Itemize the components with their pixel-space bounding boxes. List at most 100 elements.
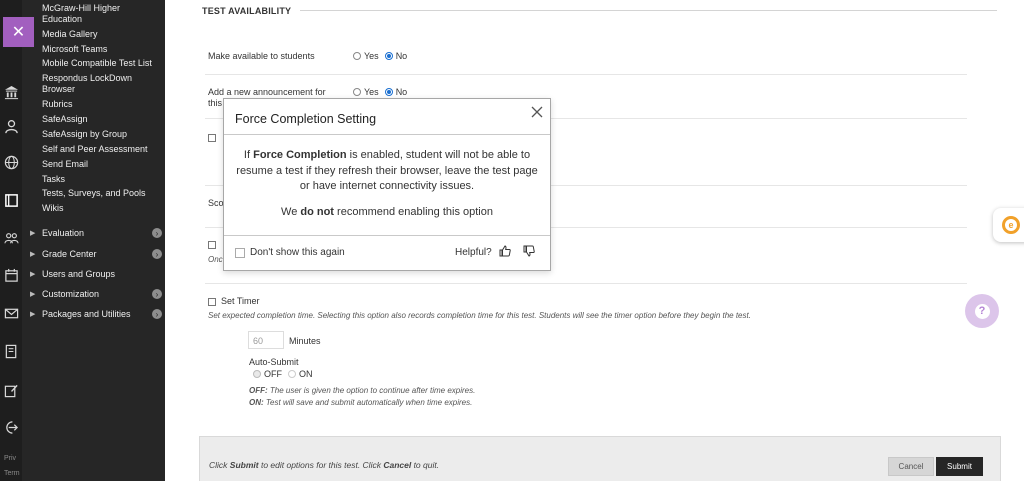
rec-part: We (281, 206, 301, 218)
privacy-link[interactable]: Priv (4, 455, 16, 462)
dont-show-again-label: Don't show this again (250, 247, 345, 258)
calendar-icon[interactable] (3, 267, 20, 284)
menu-group-label: Evaluation (42, 228, 85, 238)
announcement-label-cont: this (208, 98, 223, 108)
auto-submit-on-radio[interactable] (288, 370, 296, 378)
side-widget-button[interactable]: e (993, 208, 1024, 242)
grades-icon[interactable] (3, 343, 20, 360)
set-timer-label: Set Timer (221, 296, 260, 306)
caret-right-icon: ▶ (30, 251, 36, 258)
icon-rail: Priv Term (0, 0, 22, 481)
timer-minutes-input[interactable]: 60 (248, 331, 284, 349)
auto-submit-radio-group: OFF ON (253, 369, 319, 379)
menu-item-mcgraw-hill[interactable]: McGraw-Hill Higher Education (42, 3, 160, 25)
profile-icon[interactable] (3, 118, 20, 135)
announcement-label: Add a new announcement for (208, 87, 326, 97)
section-title: TEST AVAILABILITY (202, 6, 292, 16)
course-tools-menu: McGraw-Hill Higher Education Media Galle… (22, 0, 165, 481)
announcement-no-radio[interactable] (384, 88, 393, 96)
on-help-desc: Test will save and submit automatically … (263, 398, 473, 407)
set-timer-checkbox[interactable] (208, 298, 216, 306)
edit-icon[interactable] (3, 382, 20, 399)
sign-out-icon[interactable] (3, 419, 20, 436)
menu-group-users-groups[interactable]: ▶ Users and Groups (30, 269, 162, 279)
arrow-right-icon[interactable]: › (152, 309, 162, 319)
arrow-right-icon[interactable]: › (152, 249, 162, 259)
off-help-text: OFF: The user is given the option to con… (249, 386, 475, 395)
dialog-message: If Force Completion is enabled, student … (232, 148, 542, 195)
question-icon: ? (974, 303, 990, 319)
menu-item-mobile-test-list[interactable]: Mobile Compatible Test List (42, 58, 160, 69)
dialog-title: Force Completion Setting (235, 112, 377, 126)
menu-item-tasks[interactable]: Tasks (42, 174, 160, 185)
dialog-recommendation: We do not recommend enabling this option (232, 206, 542, 218)
menu-item-rubrics[interactable]: Rubrics (42, 99, 160, 110)
force-completion-help-partial: Onc (208, 255, 223, 264)
institution-icon[interactable] (3, 84, 20, 101)
menu-item-safeassign-group[interactable]: SafeAssign by Group (42, 129, 160, 140)
off-help-desc: The user is given the option to continue… (267, 386, 476, 395)
menu-item-lockdown-browser[interactable]: Respondus LockDown Browser (42, 73, 160, 95)
caret-right-icon: ▶ (30, 271, 36, 278)
multiple-attempts-checkbox[interactable] (208, 134, 216, 142)
make-available-no-radio[interactable] (384, 52, 393, 60)
menu-group-label: Users and Groups (42, 269, 116, 279)
instr-part: to edit options for this test. Click (258, 460, 384, 470)
helpful-label: Helpful? (455, 247, 492, 258)
thumbs-up-icon[interactable] (498, 245, 511, 258)
menu-item-microsoft-teams[interactable]: Microsoft Teams (42, 44, 160, 55)
minutes-label: Minutes (289, 336, 321, 346)
courses-icon[interactable] (3, 192, 20, 209)
help-button[interactable]: ? (965, 294, 999, 328)
dont-show-again-checkbox[interactable] (235, 248, 245, 258)
menu-group-evaluation[interactable]: ▶ Evaluation › (30, 228, 162, 238)
arrow-right-icon[interactable]: › (152, 289, 162, 299)
auto-submit-label: Auto-Submit (249, 357, 299, 367)
no-label: No (395, 51, 408, 61)
submit-button[interactable]: Submit (936, 457, 983, 476)
dialog-divider (224, 235, 550, 236)
arrow-right-icon[interactable]: › (152, 228, 162, 238)
divider (205, 74, 967, 75)
close-menu-button[interactable]: ✕ (3, 17, 34, 47)
messages-icon[interactable] (3, 305, 20, 322)
terms-link[interactable]: Term (4, 470, 20, 477)
make-available-yes-radio[interactable] (353, 52, 361, 60)
divider (205, 283, 967, 284)
menu-item-peer-assessment[interactable]: Self and Peer Assessment (42, 144, 160, 155)
menu-item-tests-surveys-pools[interactable]: Tests, Surveys, and Pools (42, 188, 160, 199)
menu-group-grade-center[interactable]: ▶ Grade Center › (30, 249, 162, 259)
instr-cancel-word: Cancel (383, 460, 412, 470)
set-timer-help: Set expected completion time. Selecting … (208, 311, 751, 320)
force-completion-dialog: Force Completion Setting If Force Comple… (223, 98, 551, 271)
menu-item-wikis[interactable]: Wikis (42, 203, 160, 214)
yes-label: Yes (364, 87, 379, 97)
instr-part: Click (209, 460, 230, 470)
thumbs-down-icon[interactable] (522, 245, 535, 258)
menu-item-safeassign[interactable]: SafeAssign (42, 114, 160, 125)
off-help-key: OFF: (249, 386, 268, 395)
submit-bar: Click Submit to edit options for this te… (199, 436, 1001, 481)
menu-item-media-gallery[interactable]: Media Gallery (42, 29, 160, 40)
make-available-label: Make available to students (208, 51, 315, 61)
cancel-button[interactable]: Cancel (888, 457, 934, 476)
globe-icon[interactable] (3, 154, 20, 171)
close-dialog-button[interactable] (530, 106, 544, 120)
instr-part: to quit. (411, 460, 440, 470)
organizations-icon[interactable] (3, 230, 20, 247)
on-label: ON (299, 369, 313, 379)
close-icon: ✕ (11, 24, 26, 41)
auto-submit-off-radio[interactable] (253, 370, 261, 378)
no-label: No (395, 87, 408, 97)
menu-item-send-email[interactable]: Send Email (42, 159, 160, 170)
off-label: OFF (264, 369, 282, 379)
caret-right-icon: ▶ (30, 291, 36, 298)
menu-group-label: Customization (42, 289, 100, 299)
menu-group-packages-utilities[interactable]: ▶ Packages and Utilities › (30, 309, 162, 319)
announcement-yes-radio[interactable] (353, 88, 361, 96)
force-completion-checkbox[interactable] (208, 241, 216, 249)
widget-logo-icon: e (1002, 216, 1020, 234)
menu-group-customization[interactable]: ▶ Customization › (30, 289, 162, 299)
msg-bold: Force Completion (253, 149, 347, 161)
rec-part: recommend enabling this option (333, 206, 493, 218)
